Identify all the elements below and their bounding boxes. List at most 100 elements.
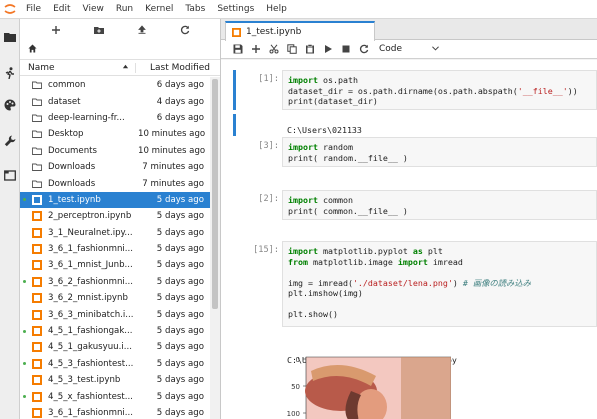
file-name: 3_6_2_mnist.ipynb: [48, 293, 128, 304]
notebook-icon: [32, 408, 42, 418]
menu-view[interactable]: View: [77, 0, 110, 19]
file-list-item[interactable]: Desktop 10 minutes ago: [20, 126, 210, 142]
file-list-item[interactable]: 4_5_3_test.ipynb 5 days ago: [20, 372, 210, 388]
new-launcher-icon[interactable]: [51, 25, 61, 35]
notebook-icon: [232, 27, 241, 37]
file-modified: 5 days ago: [156, 358, 204, 369]
code-line: import random: [288, 142, 353, 152]
code-editor[interactable]: import os.path dataset_dir = os.path.dirn…: [282, 70, 597, 110]
jupyter-logo-icon: [0, 0, 20, 19]
file-modified: 5 days ago: [156, 309, 204, 320]
file-name: 4_5_1_gakusyuu.i...: [48, 342, 132, 353]
new-folder-icon[interactable]: [93, 25, 104, 35]
file-list-item[interactable]: 1_test.ipynb 5 days ago: [20, 191, 210, 209]
file-modified: 6 days ago: [156, 80, 204, 91]
file-list-item[interactable]: 3_6_1_fashionmni... 5 days ago: [20, 405, 210, 419]
code-line: import matplotlib.pyplot as plt: [288, 246, 443, 256]
cell-type-select[interactable]: Code: [379, 44, 439, 54]
scrollbar-thumb[interactable]: [212, 79, 218, 309]
copy-icon[interactable]: [283, 40, 301, 59]
menu-run[interactable]: Run: [110, 0, 139, 19]
code-line: plt.show(): [288, 309, 338, 319]
file-name: 3_6_1_fashionmni...: [48, 408, 134, 418]
code-editor[interactable]: import random print( random.__file__ ): [282, 137, 597, 167]
y-tick-label: 100: [287, 410, 300, 418]
cut-icon[interactable]: [265, 40, 283, 59]
palette-icon[interactable]: [0, 91, 20, 119]
file-list-item[interactable]: 3_6_1_mnist_Junb... 5 days ago: [20, 257, 210, 273]
file-list-item[interactable]: 3_6_2_fashionmni... 5 days ago: [20, 274, 210, 290]
file-list-item[interactable]: deep-learning-fr... 6 days ago: [20, 110, 210, 126]
running-indicator-icon: [23, 280, 26, 284]
menu-tabs[interactable]: Tabs: [179, 0, 211, 19]
active-output-collapser[interactable]: [233, 114, 236, 136]
file-list-item[interactable]: Documents 10 minutes ago: [20, 143, 210, 159]
restart-icon[interactable]: [355, 40, 373, 59]
notebook-icon: [32, 375, 42, 386]
file-modified: 5 days ago: [156, 211, 204, 222]
folder-icon: [32, 179, 42, 189]
code-editor[interactable]: import common print( common.__file__ ): [282, 190, 597, 220]
menu-edit[interactable]: Edit: [47, 0, 76, 19]
file-list-scrollbar[interactable]: [210, 77, 220, 419]
menu-file[interactable]: File: [20, 0, 47, 19]
running-icon[interactable]: [0, 59, 20, 87]
file-list-item[interactable]: 3_1_Neuralnet.ipy... 5 days ago: [20, 225, 210, 241]
code-line: from matplotlib.image import imread: [288, 256, 463, 267]
file-list-item[interactable]: 3_6_3_minibatch.i... 5 days ago: [20, 306, 210, 322]
lena-image-plot: 0 50 100: [287, 356, 452, 419]
wrench-icon[interactable]: [0, 127, 20, 155]
active-cell-collapser[interactable]: [233, 70, 236, 110]
folder-icon[interactable]: [0, 23, 20, 51]
file-list-item[interactable]: dataset 4 days ago: [20, 93, 210, 109]
notebook-icon: [32, 342, 42, 353]
menu-kernel[interactable]: Kernel: [139, 0, 179, 19]
folder-icon: [32, 129, 42, 139]
file-list-item[interactable]: 3_6_1_fashionmni... 5 days ago: [20, 241, 210, 257]
upload-icon[interactable]: [137, 25, 147, 35]
notebook-icon: [32, 358, 42, 369]
stop-icon[interactable]: [337, 40, 355, 59]
run-icon[interactable]: [319, 40, 337, 59]
file-modified: 5 days ago: [156, 227, 204, 238]
save-icon[interactable]: [229, 40, 247, 59]
tab-1-test-ipynb[interactable]: 1_test.ipynb: [225, 21, 375, 41]
file-list-item[interactable]: Downloads 7 minutes ago: [20, 175, 210, 191]
refresh-icon[interactable]: [180, 25, 190, 35]
file-list-item[interactable]: 4_5_3_fashiontest... 5 days ago: [20, 356, 210, 372]
file-list-item[interactable]: 4_5_1_gakusyuu.i... 5 days ago: [20, 339, 210, 355]
file-list-item[interactable]: 2_perceptron.ipynb 5 days ago: [20, 208, 210, 224]
code-editor[interactable]: import matplotlib.pyplot as plt from matp…: [282, 241, 597, 327]
running-indicator-icon: [23, 329, 26, 333]
file-name: 2_perceptron.ipynb: [48, 211, 132, 222]
file-list-item[interactable]: 4_5_x_fashiontest... 5 days ago: [20, 388, 210, 404]
notebook-icon: [32, 276, 42, 287]
file-list-item[interactable]: 3_6_2_mnist.ipynb 5 days ago: [20, 290, 210, 306]
file-list-item[interactable]: common 6 days ago: [20, 77, 210, 93]
insert-cell-icon[interactable]: [247, 40, 265, 59]
menu-help[interactable]: Help: [260, 0, 293, 19]
file-list-item[interactable]: Downloads 7 minutes ago: [20, 159, 210, 175]
running-indicator-icon: [23, 395, 26, 399]
file-modified: 5 days ago: [156, 375, 204, 386]
home-icon[interactable]: [28, 44, 37, 56]
file-modified: 5 days ago: [156, 342, 204, 353]
notebook-cells[interactable]: [1]: import os.path dataset_dir = os.path.…: [221, 60, 597, 419]
file-name: 3_6_1_fashionmni...: [48, 244, 134, 255]
file-browser-toolbar: [20, 19, 220, 41]
name-column-header[interactable]: Name: [20, 62, 136, 73]
cell-output: C:\Users\021133: [287, 125, 362, 135]
tab-bar: 1_test.ipynb: [221, 19, 597, 41]
plot-output: 0 50 100: [281, 351, 452, 419]
menu-settings[interactable]: Settings: [211, 0, 260, 19]
tab-label: 1_test.ipynb: [246, 27, 302, 37]
notebook-icon: [32, 244, 42, 255]
modified-column-header[interactable]: Last Modified: [136, 63, 220, 73]
notebook-icon: [32, 326, 42, 337]
tabs-icon[interactable]: [0, 161, 20, 189]
left-sidebar-rail: [0, 19, 20, 419]
cell-prompt: [1]:: [258, 74, 279, 84]
paste-icon[interactable]: [301, 40, 319, 59]
file-list-item[interactable]: 4_5_1_fashiongak... 5 days ago: [20, 323, 210, 339]
y-tick-label: 50: [291, 383, 300, 391]
